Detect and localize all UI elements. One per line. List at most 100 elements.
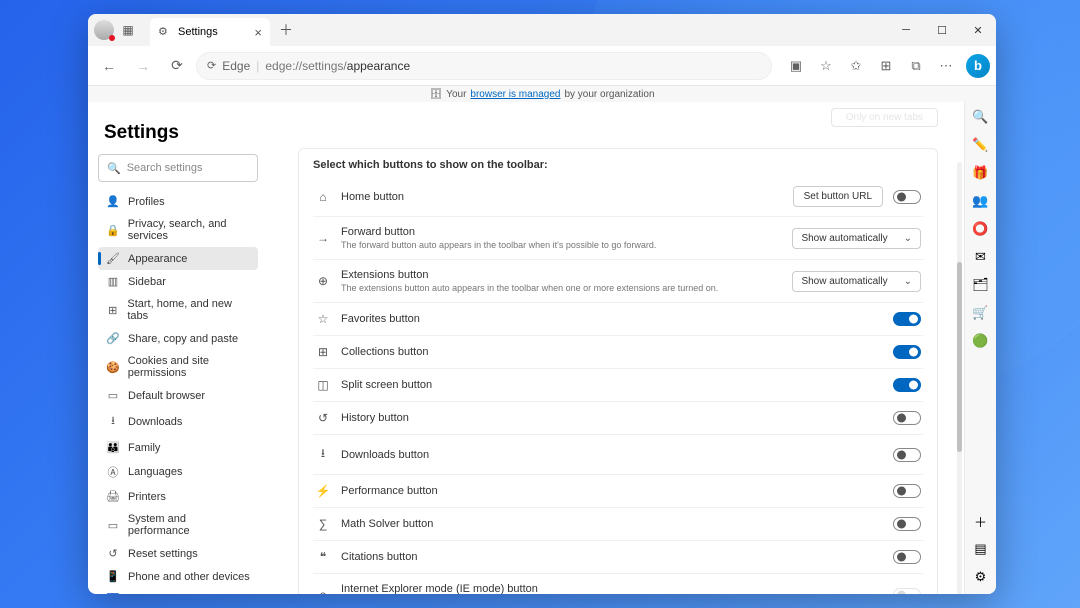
- toggle[interactable]: [893, 378, 921, 392]
- browser-tab[interactable]: ⚙ Settings ×: [150, 18, 270, 46]
- nav-label: Default browser: [128, 390, 205, 402]
- site-info-icon: ⟳: [207, 59, 216, 72]
- close-window-button[interactable]: ✕: [960, 14, 996, 46]
- sidebar-item-privacy-search-and-services[interactable]: 🔒Privacy, search, and services: [98, 213, 258, 247]
- nav-label: Accessibility: [128, 594, 188, 595]
- toggle[interactable]: [893, 345, 921, 359]
- toggle[interactable]: [893, 550, 921, 564]
- nav-label: Reset settings: [128, 548, 198, 560]
- sidebar-item-phone-and-other-devices[interactable]: 📱Phone and other devices: [98, 565, 258, 588]
- sidebar-app-icon[interactable]: 🎁: [972, 164, 990, 182]
- favorite-icon[interactable]: ☆: [812, 52, 840, 80]
- sidebar-app-icon[interactable]: 🛒: [972, 304, 990, 322]
- collections-icon[interactable]: ⊞: [872, 52, 900, 80]
- sidebar-app-icon[interactable]: 🗂: [972, 276, 990, 294]
- maximize-button[interactable]: ☐: [924, 14, 960, 46]
- nav-icon: ♿: [106, 593, 120, 594]
- sidebar-item-share-copy-and-paste[interactable]: 🔗Share, copy and paste: [98, 327, 258, 350]
- nav-icon: ▭: [106, 519, 120, 532]
- row-icon: e: [315, 588, 331, 594]
- close-tab-icon[interactable]: ×: [254, 25, 262, 40]
- row-label: Performance button: [341, 485, 883, 497]
- profile-avatar[interactable]: [94, 20, 114, 40]
- row-label: Collections button: [341, 346, 883, 358]
- setting-row: ⚡Performance button: [313, 474, 923, 507]
- sidebar-item-default-browser[interactable]: ▭Default browser: [98, 384, 258, 407]
- toggle[interactable]: [893, 312, 921, 326]
- sidebar-item-profiles[interactable]: 👤Profiles: [98, 190, 258, 213]
- nav-label: Share, copy and paste: [128, 333, 238, 345]
- sidebar-item-cookies-and-site-permissions[interactable]: 🍪Cookies and site permissions: [98, 350, 258, 384]
- toggle[interactable]: [893, 411, 921, 425]
- cutoff-button[interactable]: Only on new tabs: [831, 108, 938, 127]
- behavior-dropdown[interactable]: Show automatically: [792, 271, 921, 292]
- row-label: Favorites button: [341, 313, 883, 325]
- sidebar-app-icon[interactable]: ✉: [972, 248, 990, 266]
- nav-icon: ⊞: [106, 304, 119, 317]
- nav-label: Cookies and site permissions: [128, 355, 250, 379]
- read-aloud-icon[interactable]: ▣: [782, 52, 810, 80]
- setting-row: ⊞Collections button: [313, 335, 923, 368]
- row-icon: ⌂: [315, 190, 331, 204]
- new-tab-button[interactable]: ＋: [272, 20, 300, 40]
- sidebar-app-icon[interactable]: ⭕: [972, 220, 990, 238]
- row-label: Math Solver button: [341, 518, 883, 530]
- extensions-icon[interactable]: ⧉: [902, 52, 930, 80]
- minimize-button[interactable]: ─: [888, 14, 924, 46]
- setting-row: ◫Split screen button: [313, 368, 923, 401]
- sidebar-item-family[interactable]: 👪 Family: [98, 436, 258, 459]
- setting-row: e Internet Explorer mode (IE mode) button…: [313, 573, 923, 594]
- back-button[interactable]: ←: [94, 51, 124, 81]
- nav-icon: 🖌: [106, 252, 120, 265]
- sidebar-item-accessibility[interactable]: ♿ Accessibility: [98, 588, 258, 594]
- menu-icon[interactable]: ⋯: [932, 52, 960, 80]
- sidebar-item-reset-settings[interactable]: ↺Reset settings: [98, 542, 258, 565]
- url-input[interactable]: ⟳ Edge | edge://settings/appearance: [196, 52, 772, 80]
- sidebar-item-downloads[interactable]: ⭳Downloads: [98, 407, 258, 436]
- sidebar-item-start-home-and-new-tabs[interactable]: ⊞Start, home, and new tabs: [98, 293, 258, 327]
- nav-label: Privacy, search, and services: [128, 218, 250, 242]
- browser-window: ▦ ⚙ Settings × ＋ ─ ☐ ✕ ← → ⟳ ⟳ Edge | ed…: [88, 14, 996, 594]
- copilot-button[interactable]: b: [966, 54, 990, 78]
- sidebar-panel-icon[interactable]: ▤: [972, 540, 990, 558]
- set-url-button[interactable]: Set button URL: [793, 186, 883, 207]
- toggle[interactable]: [893, 448, 921, 462]
- sidebar-app-icon[interactable]: 🟢: [972, 332, 990, 350]
- forward-button[interactable]: →: [128, 51, 158, 81]
- nav-label: Family: [128, 442, 160, 454]
- workspaces-icon[interactable]: ▦: [116, 18, 140, 42]
- sidebar-app-icon[interactable]: ✏️: [972, 136, 990, 154]
- nav-icon: 🖨: [106, 490, 120, 503]
- setting-row: ☆Favorites button: [313, 302, 923, 335]
- favorites-bar-icon[interactable]: ✩: [842, 52, 870, 80]
- sidebar-app-icon[interactable]: ＋: [972, 512, 990, 530]
- nav-icon: 👪: [106, 441, 120, 454]
- sidebar-settings-icon[interactable]: ⚙: [972, 568, 990, 586]
- sidebar-item-sidebar[interactable]: ▥Sidebar: [98, 270, 258, 293]
- settings-sidebar: Settings 🔍 Search settings 👤Profiles🔒Pri…: [88, 102, 268, 594]
- refresh-button[interactable]: ⟳: [162, 51, 192, 81]
- toggle[interactable]: [893, 517, 921, 531]
- scrollbar-thumb[interactable]: [957, 262, 962, 452]
- sidebar-item-printers[interactable]: 🖨Printers: [98, 485, 258, 508]
- settings-main: Only on new tabs Select which buttons to…: [268, 102, 964, 594]
- toggle[interactable]: [893, 484, 921, 498]
- managed-link[interactable]: browser is managed: [470, 89, 560, 100]
- toggle[interactable]: [893, 190, 921, 204]
- setting-row: ⌂Home buttonSet button URL: [313, 177, 923, 216]
- row-label: Extensions button: [341, 269, 782, 281]
- setting-row: ⊕Extensions buttonThe extensions button …: [313, 259, 923, 302]
- sidebar-app-icon[interactable]: 👥: [972, 192, 990, 210]
- row-label: Internet Explorer mode (IE mode) button: [341, 583, 883, 594]
- sidebar-item-appearance[interactable]: 🖌 Appearance: [98, 247, 258, 270]
- setting-row: ↺History button: [313, 401, 923, 434]
- row-label: Downloads button: [341, 449, 883, 461]
- sidebar-app-icon[interactable]: 🔍: [972, 108, 990, 126]
- behavior-dropdown[interactable]: Show automatically: [792, 228, 921, 249]
- sidebar-item-system-and-performance[interactable]: ▭System and performance: [98, 508, 258, 542]
- settings-search-input[interactable]: 🔍 Search settings: [98, 154, 258, 182]
- row-icon: ⭳: [315, 444, 331, 465]
- nav-icon: Ⓐ: [106, 464, 120, 480]
- sidebar-item-languages[interactable]: ⒶLanguages: [98, 459, 258, 485]
- nav-label: Appearance: [128, 253, 187, 265]
